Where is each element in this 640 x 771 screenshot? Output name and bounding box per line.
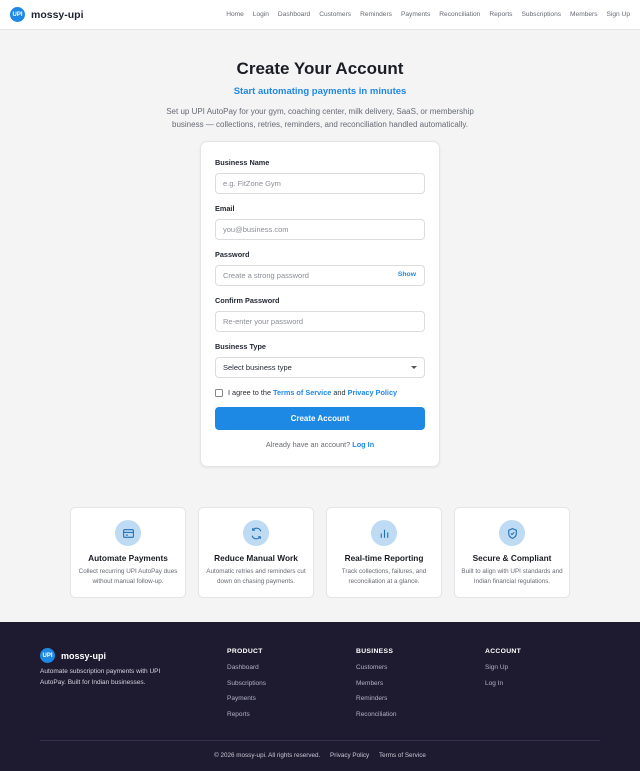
feature-desc: Built to align with UPI standards and In… — [461, 568, 563, 585]
feature-title: Automate Payments — [88, 553, 168, 563]
footer-column-title: BUSINESS — [356, 648, 394, 655]
footer-brand-name: mossy-upi — [61, 650, 107, 661]
business-name-label: Business Name — [215, 158, 270, 167]
signup-card: Business Name Email Password Show Confir… — [200, 141, 440, 467]
brand[interactable]: UPI mossy-upi — [10, 7, 84, 22]
footer-column-business: BUSINESS Customers Members Reminders Rec… — [356, 648, 396, 726]
confirm-password-label: Confirm Password — [215, 296, 280, 305]
confirm-password-input[interactable] — [215, 311, 425, 332]
password-wrapper: Show — [215, 265, 425, 286]
chevron-down-icon — [411, 366, 417, 369]
refresh-icon — [243, 520, 269, 546]
footer-link-reminders[interactable]: Reminders — [356, 695, 396, 702]
nav-home[interactable]: Home — [226, 11, 244, 18]
terms-text: I agree to the Terms of Service and Priv… — [228, 388, 397, 397]
nav-dashboard[interactable]: Dashboard — [278, 11, 310, 18]
footer-bottom: © 2026 mossy-upi. All rights reserved. P… — [0, 752, 640, 759]
nav-members[interactable]: Members — [570, 11, 597, 18]
footer-link-reports[interactable]: Reports — [227, 711, 266, 718]
bar-chart-icon — [371, 520, 397, 546]
password-label: Password — [215, 250, 250, 259]
page-subtitle: Start automating payments in minutes — [233, 86, 407, 97]
privacy-policy-link[interactable]: Privacy Policy — [348, 388, 398, 397]
hero: Create Your Account Start automating pay… — [0, 30, 640, 131]
footer-column-title: ACCOUNT — [485, 648, 522, 655]
nav-login[interactable]: Login — [253, 11, 269, 18]
top-header: UPI mossy-upi Home Login Dashboard Custo… — [0, 0, 640, 30]
feature-desc: Automatic retries and reminders cut down… — [206, 568, 306, 585]
show-password-button[interactable]: Show — [398, 271, 416, 278]
business-type-field: Business Type Select business type — [215, 342, 425, 378]
footer-link-members[interactable]: Members — [356, 680, 396, 687]
card-icon — [115, 520, 141, 546]
terms-checkbox[interactable] — [215, 388, 223, 397]
footer-terms-link[interactable]: Terms of Service — [379, 752, 426, 759]
email-input[interactable] — [215, 219, 425, 240]
nav-customers[interactable]: Customers — [319, 11, 351, 18]
feature-card: Automate Payments Collect recurring UPI … — [70, 507, 186, 598]
footer-link-sign-up[interactable]: Sign Up — [485, 664, 521, 671]
feature-card: Reduce Manual Work Automatic retries and… — [198, 507, 314, 598]
nav-reconciliation[interactable]: Reconciliation — [439, 11, 480, 18]
footer-link-dashboard[interactable]: Dashboard — [227, 664, 266, 671]
business-type-value: Select business type — [223, 363, 292, 372]
footer-column-product: PRODUCT Dashboard Subscriptions Payments… — [227, 648, 266, 726]
footer-link-reconciliation[interactable]: Reconciliation — [356, 711, 396, 718]
terms-of-service-link[interactable]: Terms of Service — [273, 388, 331, 397]
log-in-link[interactable]: Log In — [352, 440, 374, 449]
password-input[interactable] — [215, 265, 425, 286]
confirm-password-field: Confirm Password — [215, 296, 425, 332]
footer-divider — [40, 740, 600, 741]
copyright: © 2026 mossy-upi. All rights reserved. — [214, 752, 321, 759]
terms-and: and — [333, 388, 346, 397]
nav-subscriptions[interactable]: Subscriptions — [521, 11, 561, 18]
business-type-label: Business Type — [215, 342, 266, 351]
business-name-input[interactable] — [215, 173, 425, 194]
feature-desc: Collect recurring UPI AutoPay dues witho… — [78, 568, 178, 585]
feature-card: Secure & Compliant Built to align with U… — [454, 507, 570, 598]
main-nav: Home Login Dashboard Customers Reminders… — [226, 11, 630, 18]
feature-card: Real-time Reporting Track collections, f… — [326, 507, 442, 598]
nav-sign-up[interactable]: Sign Up — [607, 11, 630, 18]
login-prompt-text: Already have an account? — [265, 440, 351, 449]
footer-link-log-in[interactable]: Log In — [485, 680, 521, 687]
shield-check-icon — [499, 520, 525, 546]
brand-name: mossy-upi — [31, 8, 84, 21]
footer-link-customers[interactable]: Customers — [356, 664, 396, 671]
business-name-field: Business Name — [215, 158, 425, 194]
footer-link-payments[interactable]: Payments — [227, 695, 266, 702]
create-account-button[interactable]: Create Account — [215, 407, 425, 430]
footer: UPI mossy-upi Automate subscription paym… — [0, 622, 640, 771]
business-type-select[interactable]: Select business type — [215, 357, 425, 378]
nav-reports[interactable]: Reports — [489, 11, 512, 18]
upi-logo-icon: UPI — [10, 7, 25, 22]
feature-desc: Track collections, failures, and reconci… — [341, 568, 427, 585]
upi-logo-icon: UPI — [40, 648, 55, 663]
terms-prefix: I agree to the — [228, 388, 272, 397]
feature-title: Secure & Compliant — [472, 553, 552, 563]
features-row: Automate Payments Collect recurring UPI … — [0, 507, 640, 598]
nav-payments[interactable]: Payments — [401, 11, 430, 18]
footer-column-title: PRODUCT — [227, 648, 263, 655]
footer-tagline: Automate subscription payments with UPI … — [40, 668, 161, 686]
feature-title: Reduce Manual Work — [214, 553, 298, 563]
terms-agreement: I agree to the Terms of Service and Priv… — [215, 388, 425, 397]
login-prompt: Already have an account? Log In — [215, 440, 425, 449]
feature-title: Real-time Reporting — [344, 553, 424, 563]
password-field: Password Show — [215, 250, 425, 286]
email-field: Email — [215, 204, 425, 240]
footer-privacy-link[interactable]: Privacy Policy — [330, 752, 369, 759]
page-title: Create Your Account — [236, 59, 404, 78]
footer-column-account: ACCOUNT Sign Up Log In — [485, 648, 521, 695]
email-label: Email — [215, 204, 235, 213]
footer-link-subscriptions[interactable]: Subscriptions — [227, 680, 266, 687]
footer-brand[interactable]: UPI mossy-upi — [40, 648, 106, 663]
nav-reminders[interactable]: Reminders — [360, 11, 392, 18]
page-description: Set up UPI AutoPay for your gym, coachin… — [166, 107, 474, 129]
